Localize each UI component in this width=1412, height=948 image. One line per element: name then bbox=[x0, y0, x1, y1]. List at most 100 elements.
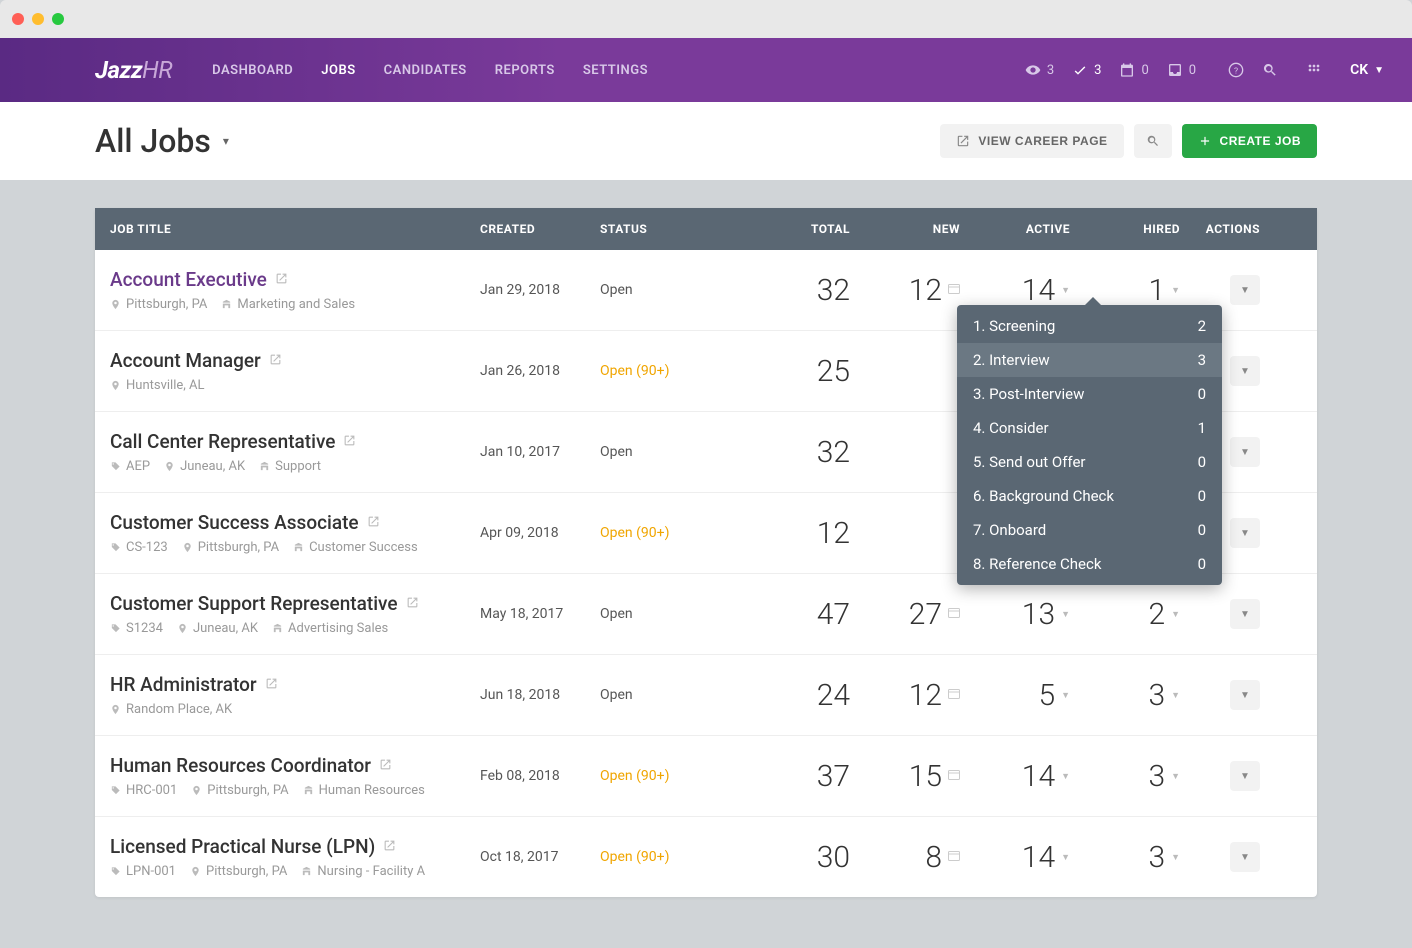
meta-pin: Pittsburgh, PA bbox=[191, 783, 288, 798]
created-date: Jan 26, 2018 bbox=[480, 363, 600, 379]
workflow-stage-item[interactable]: 7. Onboard0 bbox=[957, 513, 1222, 547]
active-count[interactable]: 14 ▼ bbox=[960, 840, 1070, 875]
meta-pin: Pittsburgh, PA bbox=[182, 540, 279, 555]
job-title-link[interactable]: Customer Support Representative bbox=[110, 592, 480, 615]
meta-pin: Pittsburgh, PA bbox=[190, 864, 287, 879]
hired-count[interactable]: 2 ▼ bbox=[1070, 597, 1180, 632]
meta-org: Marketing and Sales bbox=[221, 297, 355, 312]
workflow-stage-item[interactable]: 2. Interview3 bbox=[957, 343, 1222, 377]
created-date: Apr 09, 2018 bbox=[480, 525, 600, 541]
external-link-icon[interactable] bbox=[367, 515, 380, 531]
meta-org: Advertising Sales bbox=[272, 621, 388, 636]
inbox-icon bbox=[1167, 62, 1183, 78]
new-count[interactable]: 15 bbox=[850, 759, 960, 794]
chevron-down-icon: ▼ bbox=[1171, 771, 1180, 782]
meta-org: Customer Success bbox=[293, 540, 418, 555]
workflow-stage-item[interactable]: 5. Send out Offer0 bbox=[957, 445, 1222, 479]
row-actions-menu[interactable]: ▼ bbox=[1230, 275, 1260, 305]
total-count: 12 bbox=[750, 516, 850, 551]
inbox-count[interactable]: 0 bbox=[1167, 62, 1196, 78]
workflow-stage-item[interactable]: 3. Post-Interview0 bbox=[957, 377, 1222, 411]
active-count[interactable]: 13 ▼ bbox=[960, 597, 1070, 632]
hired-count[interactable]: 3 ▼ bbox=[1070, 840, 1180, 875]
apps-icon[interactable] bbox=[1306, 62, 1322, 78]
window-close[interactable] bbox=[12, 13, 24, 25]
external-link-icon bbox=[956, 134, 970, 148]
row-actions-menu[interactable]: ▼ bbox=[1230, 437, 1260, 467]
page-title-dropdown[interactable]: All Jobs ▾ bbox=[95, 122, 229, 160]
approvals-count[interactable]: 3 bbox=[1072, 62, 1101, 78]
card-icon bbox=[948, 689, 960, 702]
help-icon[interactable]: ? bbox=[1228, 62, 1244, 78]
topbar: JazzHR DASHBOARD JOBS CANDIDATES REPORTS SET… bbox=[0, 38, 1412, 102]
external-link-icon[interactable] bbox=[343, 434, 356, 450]
job-title-link[interactable]: Call Center Representative bbox=[110, 430, 480, 453]
nav-candidates[interactable]: CANDIDATES bbox=[384, 63, 467, 78]
status: Open (90+) bbox=[600, 525, 750, 541]
view-career-page-button[interactable]: VIEW CAREER PAGE bbox=[940, 124, 1123, 158]
workflow-stage-item[interactable]: 4. Consider1 bbox=[957, 411, 1222, 445]
new-count[interactable]: 12 bbox=[850, 678, 960, 713]
row-actions-menu[interactable]: ▼ bbox=[1230, 356, 1260, 386]
new-count[interactable]: 12 bbox=[850, 273, 960, 308]
active-count[interactable]: 5 ▼ bbox=[960, 678, 1070, 713]
card-icon bbox=[948, 284, 960, 297]
workflow-stage-item[interactable]: 8. Reference Check0 bbox=[957, 547, 1222, 585]
search-jobs-button[interactable] bbox=[1134, 124, 1172, 158]
row-actions-menu[interactable]: ▼ bbox=[1230, 761, 1260, 791]
created-date: Jan 10, 2017 bbox=[480, 444, 600, 460]
meta-tag: LPN-001 bbox=[110, 864, 176, 879]
external-link-icon[interactable] bbox=[383, 839, 396, 855]
nav-dashboard[interactable]: DASHBOARD bbox=[212, 63, 293, 78]
logo[interactable]: JazzHR bbox=[95, 56, 172, 84]
total-count: 24 bbox=[750, 678, 850, 713]
views-count[interactable]: 3 bbox=[1025, 62, 1054, 78]
row-actions-menu[interactable]: ▼ bbox=[1230, 842, 1260, 872]
total-count: 47 bbox=[750, 597, 850, 632]
workflow-stage-item[interactable]: 6. Background Check0 bbox=[957, 479, 1222, 513]
new-count[interactable]: 27 bbox=[850, 597, 960, 632]
active-count[interactable]: 14 ▼ bbox=[960, 759, 1070, 794]
create-job-button[interactable]: CREATE JOB bbox=[1182, 124, 1317, 158]
job-title-link[interactable]: Account Manager bbox=[110, 349, 480, 372]
row-actions-menu[interactable]: ▼ bbox=[1230, 680, 1260, 710]
new-count[interactable]: 8 bbox=[850, 840, 960, 875]
chevron-down-icon: ▾ bbox=[223, 134, 229, 148]
workflow-stage-item[interactable]: 1. Screening2 bbox=[957, 305, 1222, 343]
row-actions-menu[interactable]: ▼ bbox=[1230, 599, 1260, 629]
meta-tag: HRC-001 bbox=[110, 783, 177, 798]
search-icon[interactable] bbox=[1262, 62, 1278, 78]
user-menu[interactable]: CK ▼ bbox=[1350, 62, 1384, 78]
external-link-icon[interactable] bbox=[269, 353, 282, 369]
hired-count[interactable]: 3 ▼ bbox=[1070, 759, 1180, 794]
total-count: 30 bbox=[750, 840, 850, 875]
active-count[interactable]: 14 ▼ bbox=[960, 273, 1070, 308]
external-link-icon[interactable] bbox=[379, 758, 392, 774]
created-date: Feb 08, 2018 bbox=[480, 768, 600, 784]
job-title-link[interactable]: HR Administrator bbox=[110, 673, 480, 696]
calendar-icon bbox=[1119, 62, 1135, 78]
nav-jobs[interactable]: JOBS bbox=[321, 63, 355, 78]
job-title-link[interactable]: Customer Success Associate bbox=[110, 511, 480, 534]
calendar-count[interactable]: 0 bbox=[1119, 62, 1148, 78]
meta-org: Human Resources bbox=[303, 783, 425, 798]
hired-count[interactable]: 3 ▼ bbox=[1070, 678, 1180, 713]
total-count: 32 bbox=[750, 435, 850, 470]
table-row: Licensed Practical Nurse (LPN) LPN-001 Pi… bbox=[95, 817, 1317, 897]
row-actions-menu[interactable]: ▼ bbox=[1230, 518, 1260, 548]
status: Open (90+) bbox=[600, 849, 750, 865]
nav-settings[interactable]: SETTINGS bbox=[583, 63, 648, 78]
chevron-down-icon: ▼ bbox=[1061, 285, 1070, 296]
nav-reports[interactable]: REPORTS bbox=[495, 63, 555, 78]
external-link-icon[interactable] bbox=[265, 677, 278, 693]
meta-tag: AEP bbox=[110, 459, 150, 474]
job-title-link[interactable]: Licensed Practical Nurse (LPN) bbox=[110, 835, 480, 858]
job-title-link[interactable]: Account Executive bbox=[110, 268, 480, 291]
job-title-link[interactable]: Human Resources Coordinator bbox=[110, 754, 480, 777]
external-link-icon[interactable] bbox=[406, 596, 419, 612]
window-minimize[interactable] bbox=[32, 13, 44, 25]
meta-pin: Juneau, AK bbox=[164, 459, 245, 474]
external-link-icon[interactable] bbox=[275, 272, 288, 288]
window-zoom[interactable] bbox=[52, 13, 64, 25]
meta-pin: Huntsville, AL bbox=[110, 378, 205, 393]
